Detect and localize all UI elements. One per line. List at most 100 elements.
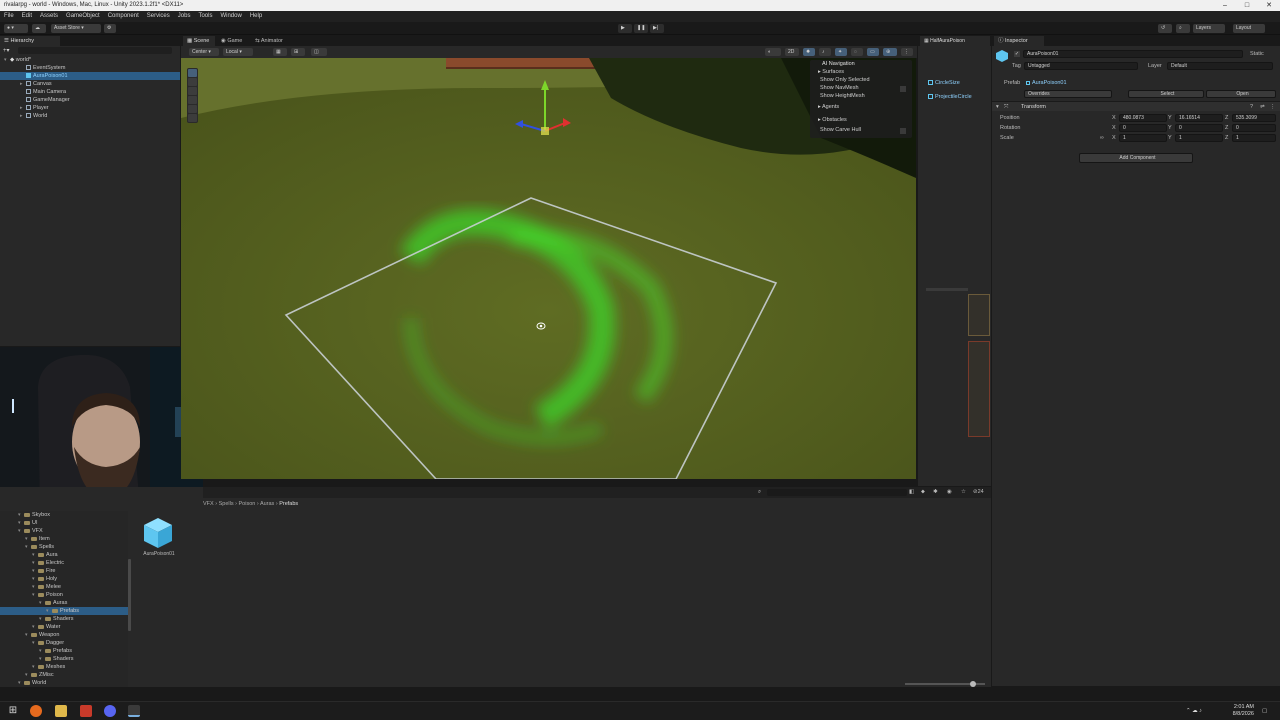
lighting-icon[interactable]: ✹: [803, 48, 815, 56]
layers-dropdown[interactable]: Layers: [1193, 24, 1225, 33]
rotate-tool-icon[interactable]: [188, 87, 197, 95]
menu-kebab-icon[interactable]: ⋮: [1270, 103, 1276, 111]
folder-item[interactable]: ▾ Aura: [0, 551, 128, 559]
menu-file[interactable]: File: [0, 11, 18, 22]
active-checkbox[interactable]: ✓: [1014, 51, 1020, 57]
draw-mode-icon[interactable]: ◐: [765, 48, 781, 56]
folder-item[interactable]: ▾ Prefabs: [0, 607, 128, 615]
label-icon[interactable]: ⬥: [921, 488, 925, 496]
notification-icon[interactable]: ▢: [1262, 707, 1267, 715]
overlay-checkbox[interactable]: [900, 128, 906, 134]
transform-header[interactable]: ▾ ⤧ Transform ? ⇌ ⋮: [992, 101, 1280, 111]
unity-icon[interactable]: [128, 705, 140, 717]
overlay-surfaces[interactable]: ▸ Surfaces: [818, 68, 844, 76]
folder-item[interactable]: ▾ Shaders: [0, 615, 128, 623]
tab-game[interactable]: ◉ Game: [217, 36, 249, 46]
pause-button[interactable]: ❚❚: [634, 24, 648, 33]
folder-item[interactable]: ▾ Meshes: [0, 663, 128, 671]
increment-snap-icon[interactable]: ◫: [311, 48, 327, 56]
tab-hierarchy[interactable]: ☰ Hierarchy: [0, 36, 60, 46]
cloud-icon[interactable]: ☁: [32, 24, 46, 33]
discord-icon[interactable]: [104, 705, 116, 717]
help-icon[interactable]: ?: [1250, 103, 1253, 111]
folder-item[interactable]: ▾ Shaders: [0, 655, 128, 663]
hidden-objects-icon[interactable]: ◌: [851, 48, 863, 56]
hierarchy-item[interactable]: EventSystem: [0, 64, 180, 72]
asset-thumbnail[interactable]: [142, 517, 174, 549]
windows-start-icon[interactable]: ⊞: [7, 705, 19, 717]
asset-label[interactable]: AuraPoison01: [138, 550, 180, 558]
folder-item[interactable]: ▾ Prefabs: [0, 647, 128, 655]
hierarchy-item-selected[interactable]: AuraPoison01: [0, 72, 180, 80]
folder-item[interactable]: ▾ Fire: [0, 567, 128, 575]
file-explorer-icon[interactable]: [55, 705, 67, 717]
overlay-show-carve-hull[interactable]: Show Carve Hull: [820, 126, 861, 134]
object-name-field[interactable]: AuraPoison01: [1023, 50, 1243, 58]
maximize-button[interactable]: □: [1236, 0, 1258, 11]
overlay-show-only-selected[interactable]: Show Only Selected: [820, 76, 870, 84]
step-button[interactable]: ▶|: [650, 24, 664, 33]
audio-icon[interactable]: ♪: [819, 48, 831, 56]
menu-gameobject[interactable]: GameObject: [62, 11, 104, 22]
tag-dropdown[interactable]: Untagged: [1024, 62, 1138, 70]
scale-tool-icon[interactable]: [188, 96, 197, 104]
project-search-input[interactable]: [767, 489, 907, 496]
overlay-agents[interactable]: ▸ Agents: [818, 103, 839, 111]
link-icon[interactable]: ∞: [1100, 134, 1104, 142]
overlay-obstacles[interactable]: ▸ Obstacles: [818, 116, 847, 124]
prefab-item[interactable]: ProjectileCircle: [928, 93, 972, 101]
filter-type-icon[interactable]: ◧: [909, 488, 914, 496]
folder-item[interactable]: ▾ Spells: [0, 543, 128, 551]
folder-item[interactable]: ▾ UI: [0, 519, 128, 527]
menu-jobs[interactable]: Jobs: [174, 11, 195, 22]
pivot-dropdown[interactable]: Center ▾: [189, 48, 219, 56]
overlay-show-heightmesh[interactable]: Show HeightMesh: [820, 92, 865, 100]
position-x-field[interactable]: 480.0873: [1119, 114, 1167, 122]
asset-store-button[interactable]: Asset Store ▾: [51, 24, 101, 33]
snap-icon[interactable]: ⊞: [291, 48, 305, 56]
static-label[interactable]: Static: [1250, 50, 1264, 58]
overrides-dropdown[interactable]: Overrides: [1024, 90, 1112, 98]
breadcrumb-item[interactable]: Auras: [260, 501, 274, 507]
rotation-y-field[interactable]: 0: [1175, 124, 1223, 132]
menu-services[interactable]: Services: [143, 11, 174, 22]
scene-viewport[interactable]: AI Navigation ▸ Surfaces Show Only Selec…: [181, 58, 916, 479]
tab-scene[interactable]: ▦ Scene: [183, 36, 215, 46]
search-icon[interactable]: ⌕: [758, 488, 761, 496]
folder-item[interactable]: ▾ Dagger: [0, 639, 128, 647]
preset-icon[interactable]: ⇌: [1260, 103, 1265, 111]
folder-item[interactable]: ▾ VFX: [0, 527, 128, 535]
folder-item[interactable]: ▾ Melee: [0, 583, 128, 591]
play-button[interactable]: ▶: [618, 24, 632, 33]
breadcrumb-item[interactable]: Spells: [219, 501, 234, 507]
folder-item[interactable]: ▾ Holy: [0, 575, 128, 583]
menu-edit[interactable]: Edit: [18, 11, 36, 22]
folder-item[interactable]: ▾ Auras: [0, 599, 128, 607]
system-clock[interactable]: 2:01 AM 8/8/2026: [1222, 704, 1254, 718]
mode-2d-toggle[interactable]: 2D: [785, 48, 799, 56]
folder-item[interactable]: ▾ World: [0, 679, 128, 687]
scene-root[interactable]: ▾ ◆ world*: [4, 56, 180, 64]
folder-item[interactable]: ▾ Electric: [0, 559, 128, 567]
folder-item[interactable]: ▾ Poison: [0, 591, 128, 599]
hierarchy-item[interactable]: ▸ Player: [0, 104, 180, 112]
camera-icon[interactable]: ▭: [867, 48, 879, 56]
tab-inspector[interactable]: ⓘ Inspector: [994, 36, 1044, 46]
add-icon[interactable]: +▾: [3, 47, 13, 54]
rotation-z-field[interactable]: 0: [1232, 124, 1276, 132]
breadcrumb-item[interactable]: VFX: [203, 501, 214, 507]
grid-toggle-icon[interactable]: ▦: [273, 48, 287, 56]
menu-tools[interactable]: Tools: [194, 11, 216, 22]
star-icon[interactable]: ☆: [961, 488, 966, 496]
space-dropdown[interactable]: Local ▾: [223, 48, 253, 56]
firefox-icon[interactable]: [30, 705, 42, 717]
rotation-x-field[interactable]: 0: [1119, 124, 1167, 132]
prefab-item[interactable]: CircleSize: [928, 79, 960, 87]
rect-tool-icon[interactable]: [188, 105, 197, 113]
close-button[interactable]: ✕: [1258, 0, 1280, 11]
tray-icons[interactable]: ⌃ ☁ ♪: [1186, 707, 1202, 715]
account-button[interactable]: ● ▾: [4, 24, 28, 33]
hierarchy-item[interactable]: ▸ Canvas: [0, 80, 180, 88]
hierarchy-item[interactable]: GameManager: [0, 96, 180, 104]
position-z-field[interactable]: 535.3099: [1232, 114, 1276, 122]
